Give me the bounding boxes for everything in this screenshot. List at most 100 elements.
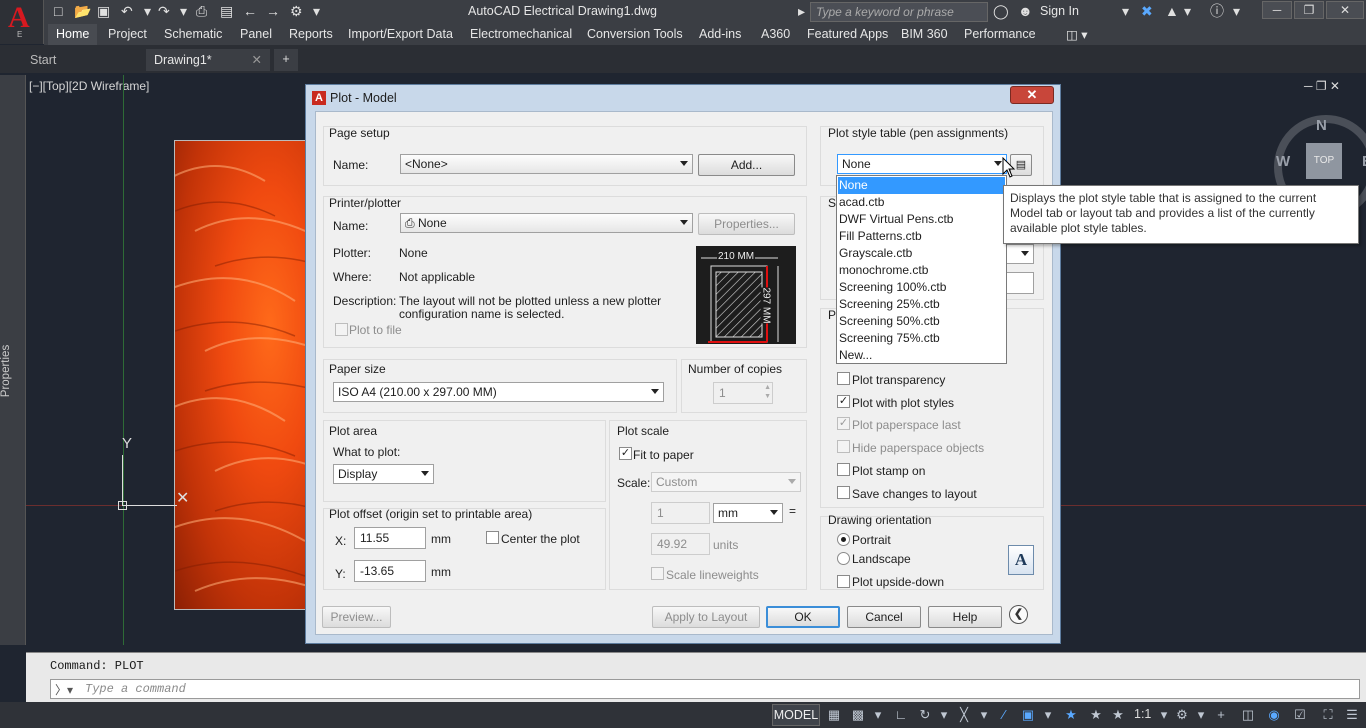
binoculars-icon[interactable]: ◯ — [993, 2, 1009, 20]
preview-button[interactable]: Preview... — [322, 606, 391, 628]
printer-name-select[interactable]: ⎙ None — [400, 213, 693, 233]
copies-spinner-icon[interactable]: ▲ ▼ — [764, 383, 771, 401]
style-option-screening-75[interactable]: Screening 75%.ctb — [838, 330, 1005, 347]
customization-icon[interactable]: ☰ — [1344, 707, 1360, 723]
tab-import-export[interactable]: Import/Export Data — [348, 27, 453, 41]
workspace-gear-icon[interactable]: ⚙ — [1174, 707, 1190, 723]
offset-x-input[interactable]: 11.55 — [354, 527, 426, 549]
annotation-visibility-icon[interactable]: ★ — [1063, 707, 1079, 723]
plot-stamp-checkbox[interactable] — [837, 463, 850, 476]
viewport-window-controls[interactable]: ─ ❐ ✕ — [1304, 79, 1340, 93]
minimize-button[interactable]: ─ — [1262, 1, 1292, 19]
viewcube-north[interactable]: N — [1316, 117, 1327, 134]
ortho-icon[interactable]: ∟ — [893, 707, 909, 723]
ok-button[interactable]: OK — [766, 606, 840, 628]
snap-icon[interactable]: ▩ — [850, 707, 866, 723]
page-setup-name-select[interactable]: <None> — [400, 154, 693, 174]
style-option-grayscale[interactable]: Grayscale.ctb — [838, 245, 1005, 262]
help-icon[interactable]: ⓘ — [1210, 2, 1224, 20]
what-to-plot-select[interactable]: Display — [333, 464, 434, 484]
scale-select[interactable]: Custom — [651, 472, 801, 492]
annotation-scale-icon[interactable]: ★ — [1110, 707, 1126, 723]
style-option-none[interactable]: None — [838, 177, 1005, 194]
fullscreen-icon[interactable]: ⛶ — [1320, 707, 1336, 723]
tab-bim360[interactable]: BIM 360 — [901, 27, 948, 41]
page-setup-add-button[interactable]: Add... — [698, 154, 795, 176]
plot-icon[interactable]: ⎙ — [196, 2, 207, 20]
style-option-fill-patterns[interactable]: Fill Patterns.ctb — [838, 228, 1005, 245]
tab-panel[interactable]: Panel — [240, 27, 272, 41]
redo-icon[interactable]: ↷ — [158, 2, 170, 20]
clean-screen-icon[interactable]: ☑ — [1292, 707, 1308, 723]
tab-project[interactable]: Project — [108, 27, 147, 41]
help-button[interactable]: Help — [928, 606, 1002, 628]
polar-icon[interactable]: ↻ — [917, 707, 933, 723]
collapse-options-icon[interactable]: ❮ — [1009, 605, 1028, 624]
dynamic-ucs-icon[interactable]: ∕ — [996, 707, 1012, 723]
undo-dropdown-icon[interactable]: ▾ — [144, 2, 151, 20]
tab-add-ins[interactable]: Add-ins — [699, 27, 741, 41]
style-option-dwf-virtual-pens[interactable]: DWF Virtual Pens.ctb — [838, 211, 1005, 228]
offset-y-input[interactable]: -13.65 — [354, 560, 426, 582]
new-tab-button[interactable]: + — [274, 49, 298, 71]
osnap-icon[interactable]: ╳ — [956, 707, 972, 723]
restore-button[interactable]: ❐ — [1294, 1, 1324, 19]
plot-transparency-checkbox[interactable] — [837, 372, 850, 385]
command-prompt-icon[interactable]: 〉▾ — [55, 681, 73, 698]
grid-icon[interactable]: ▦ — [826, 707, 842, 723]
landscape-radio[interactable] — [837, 552, 850, 565]
a360-dropdown-icon[interactable]: ▾ — [1184, 2, 1191, 20]
ribbon-options-icon[interactable]: ◫ ▾ — [1066, 27, 1088, 42]
style-option-acad[interactable]: acad.ctb — [838, 194, 1005, 211]
command-input[interactable]: 〉▾ Type a command — [50, 679, 1360, 699]
sign-in-dropdown-icon[interactable]: ▾ — [1122, 2, 1129, 20]
sign-in-button[interactable]: Sign In — [1040, 4, 1079, 18]
plot-to-file-checkbox[interactable] — [335, 323, 348, 336]
dialog-close-button[interactable]: ✕ — [1010, 86, 1054, 104]
tab-schematic[interactable]: Schematic — [164, 27, 222, 41]
tab-start[interactable]: Start — [22, 49, 142, 71]
scale-unit-select[interactable]: mm — [713, 503, 783, 523]
open-icon[interactable]: 📂 — [74, 2, 91, 20]
viewcube-top-face[interactable]: TOP — [1306, 143, 1342, 179]
save-changes-checkbox[interactable] — [837, 486, 850, 499]
center-plot-checkbox[interactable] — [486, 531, 499, 544]
copies-input[interactable]: 1 ▲ ▼ — [713, 382, 773, 404]
scale-lineweights-checkbox[interactable] — [651, 567, 664, 580]
tab-a360[interactable]: A360 — [761, 27, 790, 41]
annotation-scale-value[interactable]: 1:1 — [1134, 707, 1151, 721]
new-icon[interactable]: □ — [54, 2, 62, 20]
a360-icon[interactable]: ▲ — [1165, 2, 1179, 20]
properties-palette-bar[interactable]: Properties — [0, 75, 26, 645]
close-tab-icon[interactable]: ✕ — [252, 52, 262, 67]
upside-down-checkbox[interactable] — [837, 575, 850, 588]
application-menu-button[interactable]: A E — [0, 0, 44, 44]
style-option-screening-100[interactable]: Screening 100%.ctb — [838, 279, 1005, 296]
plot-style-table-select[interactable]: None — [837, 154, 1007, 174]
paperspace-last-checkbox[interactable]: ✓ — [837, 417, 850, 430]
scale-value2-input[interactable]: 49.92 — [651, 533, 710, 555]
model-space-button[interactable]: MODEL — [772, 704, 820, 726]
portrait-radio[interactable] — [837, 533, 850, 546]
save-icon[interactable]: ▣ — [97, 2, 110, 20]
tab-drawing1[interactable]: Drawing1* ✕ — [146, 49, 270, 71]
selection-cycling-icon[interactable]: ▣ — [1020, 707, 1036, 723]
search-expand-icon[interactable]: ▸ — [798, 2, 805, 20]
style-option-monochrome[interactable]: monochrome.ctb — [838, 262, 1005, 279]
scale-value1-input[interactable]: 1 — [651, 502, 710, 524]
exchange-icon[interactable]: ✖ — [1141, 2, 1153, 20]
style-option-screening-50[interactable]: Screening 50%.ctb — [838, 313, 1005, 330]
search-input[interactable]: Type a keyword or phrase — [810, 2, 988, 22]
tab-electromechanical[interactable]: Electromechanical — [470, 27, 572, 41]
add-icon[interactable]: + — [1213, 707, 1229, 723]
viewcube-east[interactable]: E — [1362, 153, 1366, 170]
settings-icon[interactable]: ⚙ — [290, 2, 303, 20]
viewcube-west[interactable]: W — [1276, 153, 1290, 170]
close-window-button[interactable]: ✕ — [1326, 1, 1364, 19]
forward-icon[interactable]: → — [266, 2, 280, 20]
user-icon[interactable]: ☻ — [1018, 2, 1033, 20]
auto-scale-icon[interactable]: ★ — [1088, 707, 1104, 723]
scale-dropdown-icon[interactable]: ▾ — [1156, 707, 1172, 723]
customize-dropdown-icon[interactable]: ▾ — [313, 2, 320, 20]
folder-icon[interactable]: ▤ — [220, 2, 233, 20]
